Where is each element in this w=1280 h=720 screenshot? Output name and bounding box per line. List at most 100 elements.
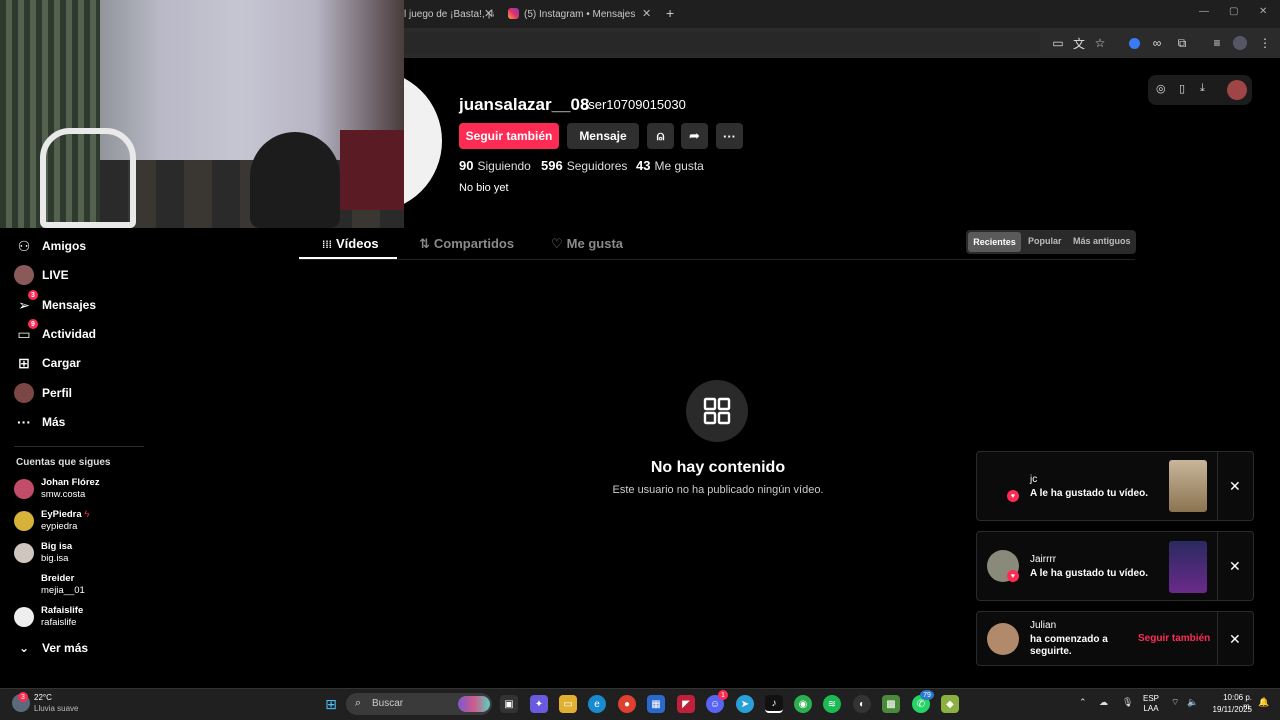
- file-explorer-icon[interactable]: ▭: [559, 695, 577, 713]
- tab-videos[interactable]: ⁞⁞⁞ Vídeos: [322, 236, 379, 251]
- followers-stat[interactable]: 596 Seguidores: [541, 158, 627, 173]
- account-name: EyPiedra: [41, 509, 82, 520]
- follow-back-button[interactable]: Seguir también: [459, 123, 559, 149]
- more-options-button[interactable]: ···: [716, 123, 743, 149]
- taskbar: [0, 688, 1280, 720]
- followed-account[interactable]: Breider mejia__01: [14, 571, 85, 599]
- following-stat[interactable]: 90 Siguiendo: [459, 158, 531, 173]
- search-highlight-icon: [458, 696, 490, 712]
- close-icon[interactable]: ✕: [484, 7, 493, 20]
- tab-reposts[interactable]: ⇅ Compartidos: [419, 236, 514, 252]
- notification-toast[interactable]: [976, 451, 1254, 521]
- close-icon[interactable]: ✕: [1229, 478, 1241, 495]
- suggest-account-button[interactable]: ⍝: [647, 123, 674, 149]
- sort-oldest-button[interactable]: Más antiguos: [1073, 236, 1131, 246]
- sort-popular-button[interactable]: Popular: [1028, 236, 1062, 246]
- whatsapp-badge: 79: [920, 690, 934, 700]
- close-icon[interactable]: ✕: [642, 7, 651, 20]
- clock-date[interactable]: 19/11/2025: [1210, 705, 1252, 714]
- avatar: [14, 543, 34, 563]
- wifi-icon[interactable]: ⌔: [1171, 697, 1179, 708]
- video-thumbnail[interactable]: [1169, 541, 1207, 593]
- reading-list-icon[interactable]: ≡: [1208, 34, 1226, 52]
- discord-icon[interactable]: ☺ 1: [706, 690, 728, 713]
- volume-icon[interactable]: 🔈: [1187, 697, 1198, 708]
- language-indicator[interactable]: ESP LAA: [1143, 694, 1159, 714]
- followed-account[interactable]: Big isa big.isa: [14, 539, 72, 567]
- telegram-icon[interactable]: ➤: [736, 695, 754, 713]
- nav-messages[interactable]: ➢ 3 Mensajes: [14, 290, 97, 316]
- extensions-puzzle-icon[interactable]: ⧉: [1173, 34, 1191, 52]
- close-window-button[interactable]: ✕: [1259, 6, 1267, 17]
- podcast-icon[interactable]: ◉: [794, 695, 812, 713]
- notification-user: jc: [1030, 474, 1038, 485]
- nav-profile[interactable]: Perfil: [14, 382, 72, 404]
- spotify-icon[interactable]: ≋: [823, 695, 841, 713]
- chevron-up-icon[interactable]: ⌃: [1079, 697, 1087, 708]
- cloud-icon[interactable]: ☁: [1099, 697, 1108, 708]
- close-icon[interactable]: ✕: [1229, 558, 1241, 575]
- following-label: Siguiendo: [477, 159, 531, 173]
- notification-user: Jairrrr: [1030, 554, 1057, 565]
- close-icon[interactable]: ✕: [1229, 631, 1241, 648]
- account-handle: big.isa: [41, 553, 69, 564]
- nav-friends[interactable]: ⚇ Amigos: [14, 235, 86, 257]
- browser-menu-icon[interactable]: ⋮: [1256, 34, 1274, 52]
- nav-label: Mensajes: [42, 298, 97, 312]
- more-icon: ···: [17, 414, 31, 430]
- user-avatar[interactable]: [1227, 80, 1247, 100]
- notification-text: ha comenzado a: [1030, 634, 1108, 645]
- windows-start-icon[interactable]: ⊞: [322, 695, 340, 713]
- see-more-button[interactable]: ⌄ Ver más: [14, 638, 88, 658]
- minecraft-icon[interactable]: ▩: [882, 695, 900, 713]
- bookmark-star-icon[interactable]: ☆: [1091, 34, 1109, 52]
- maximize-button[interactable]: ▢: [1229, 6, 1238, 17]
- nav-divider: [14, 446, 144, 447]
- edge-icon[interactable]: e: [588, 695, 606, 713]
- copilot-icon[interactable]: ✦: [530, 695, 548, 713]
- extension-blue-icon[interactable]: [1125, 34, 1143, 52]
- add-user-icon: ⍝: [656, 128, 665, 143]
- follow-back-link[interactable]: Seguir también: [1138, 633, 1210, 644]
- followed-account[interactable]: Johan Flórez smw.costa: [14, 475, 100, 503]
- translate-icon[interactable]: 文: [1070, 34, 1088, 52]
- nav-activity[interactable]: ▭ 9 Actividad: [14, 319, 96, 345]
- extension-glasses-icon[interactable]: ∞: [1148, 34, 1166, 52]
- game-icon[interactable]: ◆: [941, 695, 959, 713]
- notification-bell-icon[interactable]: 🔔: [1258, 697, 1269, 708]
- repost-icon: ⇅: [419, 236, 430, 251]
- message-button[interactable]: Mensaje: [567, 123, 639, 149]
- tiktok-icon[interactable]: ♪: [765, 695, 783, 713]
- browser-tab-basta[interactable]: l juego de ¡Basta!, ¡la: [404, 4, 494, 24]
- webcam-bag: [250, 132, 340, 228]
- nav-upload[interactable]: ⊞ Cargar: [14, 352, 81, 374]
- browser-tab-instagram[interactable]: (5) Instagram • Mensajes: [524, 4, 644, 24]
- weather-icon[interactable]: 3: [12, 692, 30, 712]
- empty-grid-icon: [686, 380, 748, 442]
- tab-liked[interactable]: ♡ Me gusta: [551, 236, 623, 252]
- share-button[interactable]: ➦: [681, 123, 708, 149]
- video-thumbnail[interactable]: [1169, 460, 1207, 512]
- nav-live[interactable]: LIVE: [14, 264, 69, 286]
- browser-profile-icon[interactable]: [1231, 34, 1249, 52]
- microphone-icon[interactable]: 🎙: [1122, 697, 1133, 708]
- whatsapp-icon[interactable]: ✆ 79: [912, 690, 934, 713]
- chrome-icon[interactable]: ●: [618, 695, 636, 713]
- minimize-button[interactable]: —: [1199, 6, 1209, 17]
- webcam-object: [340, 130, 404, 210]
- new-tab-button[interactable]: +: [666, 5, 674, 21]
- download-icon[interactable]: ⤓: [1200, 82, 1205, 95]
- profile-nickname: user10709015030: [581, 97, 686, 112]
- followed-account[interactable]: EyPiedra ϟ eypiedra: [14, 507, 89, 535]
- cast-icon[interactable]: ▭: [1049, 34, 1067, 52]
- compass-icon[interactable]: ◎: [1156, 82, 1166, 95]
- followed-account[interactable]: Rafaislife rafaislife: [14, 603, 83, 631]
- task-view-icon[interactable]: ▣: [500, 695, 518, 713]
- phone-icon[interactable]: ▯: [1179, 82, 1185, 95]
- nav-more[interactable]: ··· Más: [14, 411, 65, 433]
- amd-icon[interactable]: ◤: [677, 695, 695, 713]
- sort-recent-button[interactable]: Recientes: [968, 232, 1021, 252]
- webcam-overlay: [0, 0, 404, 228]
- store-icon[interactable]: ▦: [647, 695, 665, 713]
- app-icon[interactable]: ◐: [853, 695, 871, 713]
